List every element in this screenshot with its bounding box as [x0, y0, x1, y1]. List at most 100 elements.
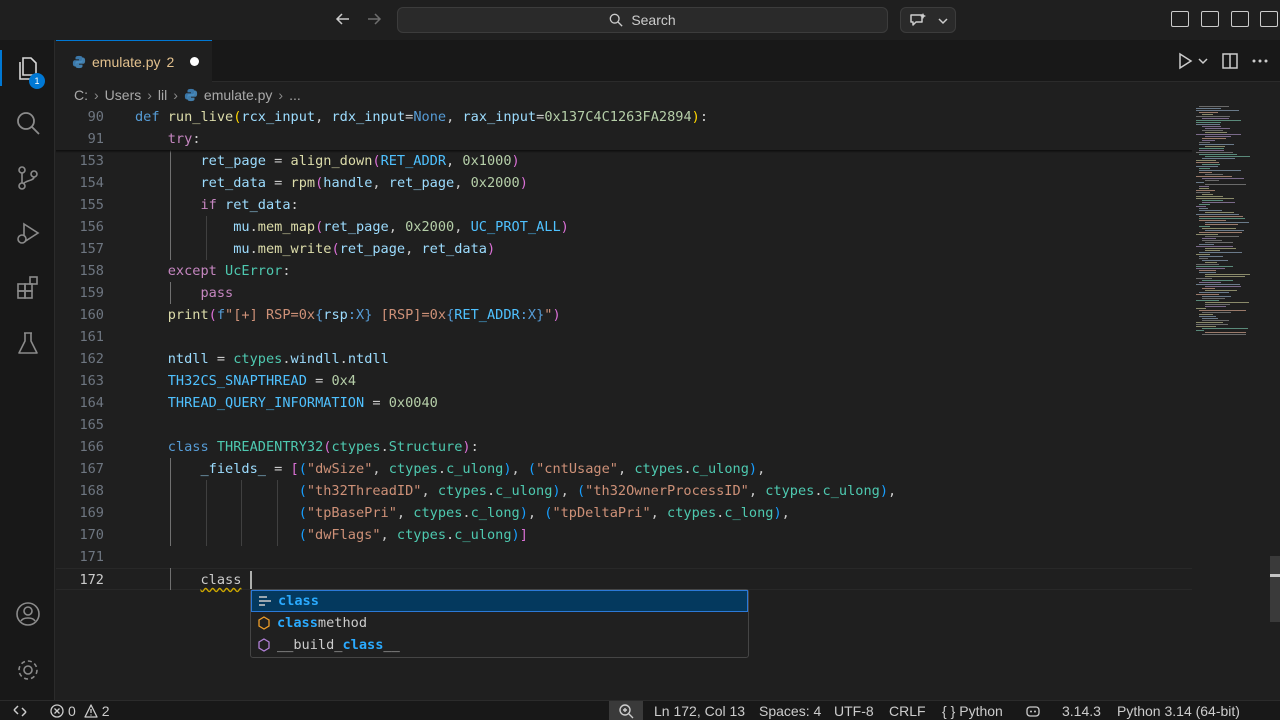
- activity-testing[interactable]: [0, 319, 55, 367]
- breadcrumb-file[interactable]: emulate.py: [204, 87, 272, 103]
- run-python-file-button[interactable]: [1176, 52, 1194, 74]
- code-line[interactable]: 153 ret_page = align_down(RET_ADDR, 0x10…: [56, 150, 1192, 172]
- minimap-line: [1205, 230, 1244, 231]
- eol-setting[interactable]: CRLF: [889, 701, 926, 720]
- code-line[interactable]: 163 TH32CS_SNAPTHREAD = 0x4: [56, 370, 1192, 392]
- forward-button[interactable]: [364, 9, 384, 34]
- code-token: align_down: [290, 153, 373, 169]
- breadcrumb-users[interactable]: Users: [105, 87, 142, 103]
- language-label: Python: [959, 703, 1003, 719]
- breadcrumb-drive[interactable]: C:: [74, 87, 88, 103]
- code-token: ): [462, 439, 471, 455]
- toggle-panel-icon[interactable]: [1231, 11, 1249, 27]
- toggle-sidebar-icon[interactable]: [1201, 11, 1219, 27]
- code-token: ,: [454, 219, 471, 235]
- code-token: (: [298, 505, 307, 521]
- code-token: ret_page: [388, 175, 455, 191]
- code-line[interactable]: 90 def run_live(rcx_input, rdx_input=None…: [56, 106, 1192, 128]
- activity-accounts[interactable]: [0, 590, 55, 638]
- code-line[interactable]: 160 print(f"[+] RSP=0x{rsp:X} [RSP]=0x{R…: [56, 304, 1192, 326]
- code-token: :X}: [347, 307, 373, 323]
- breadcrumb-symbol[interactable]: ...: [289, 87, 301, 103]
- indentation-setting[interactable]: Spaces: 4: [759, 701, 821, 720]
- code-line[interactable]: 167 _fields_ = [("dwSize", ctypes.c_ulon…: [56, 458, 1192, 480]
- code-line[interactable]: 162 ntdll = ctypes.windll.ntdll: [56, 348, 1192, 370]
- code-text: ("th32ThreadID", ctypes.c_ulong), ("th32…: [135, 480, 897, 502]
- code-token: :: [282, 263, 291, 279]
- code-line[interactable]: 156 mu.mem_map(ret_page, 0x2000, UC_PROT…: [56, 216, 1192, 238]
- indent-guide: [170, 238, 172, 260]
- minimap-line: [1202, 126, 1221, 127]
- code-line[interactable]: 166 class THREADENTRY32(ctypes.Structure…: [56, 436, 1192, 458]
- activity-run-debug[interactable]: [0, 209, 55, 257]
- minimap-line: [1202, 158, 1235, 159]
- minimap-line: [1205, 180, 1219, 181]
- minimap-line: [1196, 192, 1210, 193]
- minimap-line: [1205, 242, 1233, 243]
- minimap[interactable]: [1192, 106, 1270, 346]
- code-line[interactable]: 169 ("tpBasePri", ctypes.c_long), ("tpDe…: [56, 502, 1192, 524]
- vertical-scrollbar[interactable]: [1270, 556, 1280, 622]
- minimap-line: [1202, 334, 1246, 335]
- code-line[interactable]: 157 mu.mem_write(ret_page, ret_data): [56, 238, 1192, 260]
- breadcrumb-user-folder[interactable]: lil: [158, 87, 167, 103]
- code-line[interactable]: 168 ("th32ThreadID", ctypes.c_ulong), ("…: [56, 480, 1192, 502]
- more-actions-button[interactable]: [1251, 52, 1269, 74]
- activity-extensions[interactable]: [0, 264, 55, 312]
- tab-emulate-py[interactable]: emulate.py 2: [56, 40, 212, 82]
- arrow-left-icon: [335, 13, 349, 25]
- line-number: 171: [79, 549, 104, 565]
- toggle-primary-sidebar-icon[interactable]: [1171, 11, 1189, 27]
- suggestion-item[interactable]: __build_ class __: [251, 634, 748, 656]
- suggestion-item[interactable]: class: [251, 590, 748, 612]
- code-line[interactable]: 161: [56, 326, 1192, 348]
- code-line[interactable]: 155 if ret_data:: [56, 194, 1192, 216]
- code-line[interactable]: 165: [56, 414, 1192, 436]
- copilot-icon: [910, 13, 926, 26]
- activity-explorer[interactable]: 1: [0, 44, 55, 92]
- python-version[interactable]: 3.14.3: [1062, 701, 1101, 720]
- activity-source-control[interactable]: [0, 154, 55, 202]
- minimap-line: [1205, 222, 1249, 223]
- code-line[interactable]: 164 THREAD_QUERY_INFORMATION = 0x0040: [56, 392, 1192, 414]
- unsaved-dot-icon[interactable]: [190, 57, 200, 66]
- status-bar: 0 2 Ln 172, Col 13 Spaces: 4 UTF-8 CRLF …: [0, 700, 1280, 720]
- zoom-indicator[interactable]: [609, 701, 643, 720]
- remote-indicator[interactable]: [0, 701, 40, 720]
- command-center-search[interactable]: Search: [397, 7, 888, 33]
- breadcrumb: C: › Users › lil › emulate.py › ...: [74, 84, 301, 106]
- code-token: ,: [454, 175, 471, 191]
- minimap-line: [1196, 246, 1233, 247]
- code-token: except: [167, 263, 217, 279]
- editor-tab-bar: emulate.py 2: [56, 40, 1280, 82]
- problems-indicator[interactable]: 0 2: [50, 701, 110, 720]
- copilot-chat-button[interactable]: [900, 7, 956, 33]
- code-token: ctypes: [667, 505, 717, 521]
- cursor-position[interactable]: Ln 172, Col 13: [654, 701, 745, 720]
- back-button[interactable]: [333, 9, 353, 34]
- code-line[interactable]: 158 except UcError:: [56, 260, 1192, 282]
- code-token: =: [364, 395, 389, 411]
- code-token: UC_PROT_ALL: [470, 219, 561, 235]
- code-token: ): [511, 153, 520, 169]
- code-line[interactable]: 172 class: [56, 568, 1192, 590]
- code-line[interactable]: 170 ("dwFlags", ctypes.c_ulong)]: [56, 524, 1192, 546]
- language-mode[interactable]: { } Python: [942, 701, 1003, 720]
- code-line[interactable]: 154 ret_data = rpm(handle, ret_page, 0x2…: [56, 172, 1192, 194]
- code-token: ,: [650, 505, 668, 521]
- code-text: _fields_ = [("dwSize", ctypes.c_ulong), …: [135, 458, 765, 480]
- indent-guide: [170, 502, 172, 524]
- code-line[interactable]: 91 try:: [56, 128, 1192, 150]
- code-line[interactable]: 171: [56, 546, 1192, 568]
- copilot-status[interactable]: [1025, 701, 1041, 720]
- suggestion-item[interactable]: class method: [251, 612, 748, 634]
- split-editor-button[interactable]: [1221, 52, 1239, 74]
- toggle-secondary-sidebar-icon[interactable]: [1260, 11, 1278, 27]
- python-interpreter[interactable]: Python 3.14 (64-bit): [1117, 701, 1240, 720]
- activity-search[interactable]: [0, 99, 55, 147]
- code-token: try: [167, 131, 193, 147]
- code-line[interactable]: 159 pass: [56, 282, 1192, 304]
- encoding-setting[interactable]: UTF-8: [834, 701, 874, 720]
- run-options-button[interactable]: [1197, 55, 1209, 70]
- activity-manage[interactable]: [0, 646, 55, 694]
